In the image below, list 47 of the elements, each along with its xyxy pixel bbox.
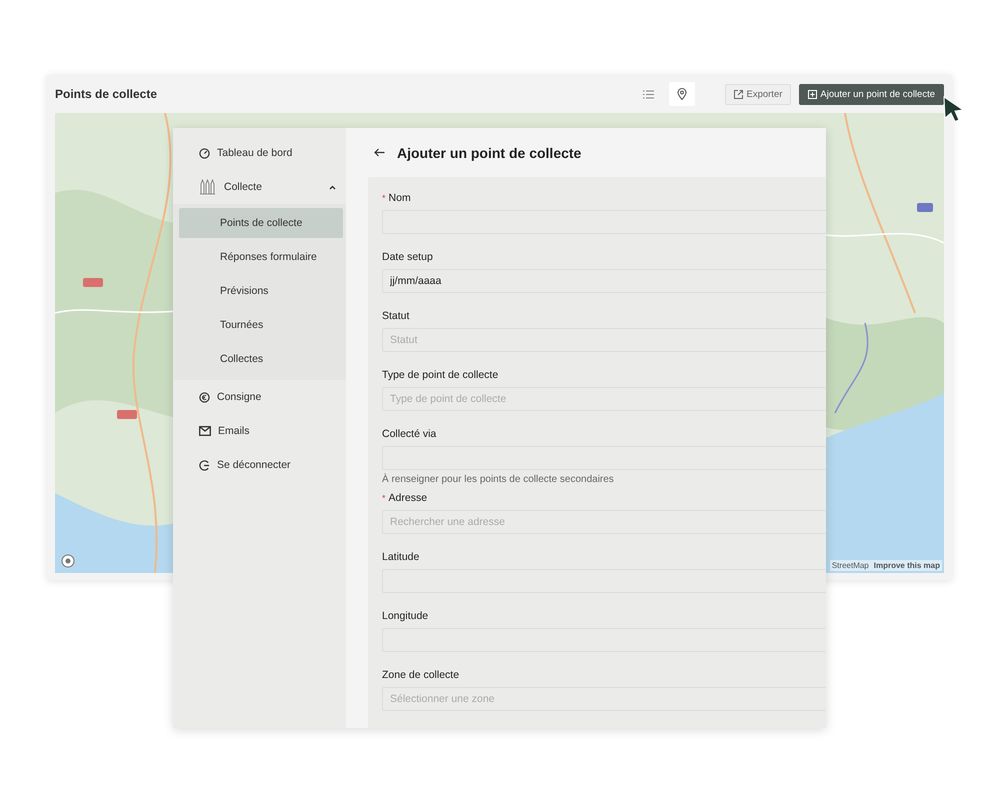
field-label: Type de point de collecte xyxy=(382,369,498,382)
field-label: Latitude xyxy=(382,551,420,564)
map-pin-icon xyxy=(677,88,688,100)
input-field[interactable] xyxy=(382,446,826,470)
external-link-icon xyxy=(734,90,744,98)
field-label: Zone de collecte xyxy=(382,669,460,682)
submenu-item[interactable]: Réponses formulaire xyxy=(179,242,343,272)
input-field[interactable] xyxy=(382,210,826,234)
field-label: Adresse xyxy=(388,492,428,505)
input-field[interactable]: Rechercher une adresse xyxy=(382,510,826,534)
mail-icon xyxy=(199,426,211,436)
gauge-icon xyxy=(199,148,210,158)
euro-icon xyxy=(199,392,210,402)
nav-item[interactable]: Consigne xyxy=(173,380,346,414)
input-field[interactable] xyxy=(382,569,826,593)
submenu-item[interactable]: Points de collecte xyxy=(179,208,343,238)
list-icon xyxy=(642,90,654,98)
window-title: Points de collecte xyxy=(55,87,158,101)
field-label: Date setup xyxy=(382,251,433,264)
form-title: Ajouter un point de collecte xyxy=(397,144,582,160)
improve-map-link[interactable]: Improve this map xyxy=(874,561,940,570)
attribution-text: StreetMap xyxy=(832,561,869,570)
field-label: Nom xyxy=(388,192,411,205)
nav-item[interactable]: Se déconnecter xyxy=(173,448,346,482)
nav-item[interactable]: Collecte xyxy=(173,170,346,204)
submenu-item[interactable]: Collectes xyxy=(179,344,343,374)
required-mark: * xyxy=(382,192,386,205)
input-field[interactable]: jj/mm/aaaa xyxy=(382,269,826,293)
field-label: Collecté via xyxy=(382,428,436,441)
nav-item[interactable]: Emails xyxy=(173,414,346,448)
add-button[interactable]: Ajouter un point de collecte xyxy=(799,84,944,104)
field-label: Statut xyxy=(382,310,410,323)
field-label: Longitude xyxy=(382,610,428,623)
input-field[interactable]: Type de point de collecte xyxy=(382,387,826,411)
map-view-button[interactable] xyxy=(669,82,696,106)
submenu-item[interactable]: Tournées xyxy=(179,310,343,340)
plus-square-icon xyxy=(808,90,818,98)
logout-icon xyxy=(199,460,210,470)
required-mark: * xyxy=(382,492,386,505)
bottles-icon xyxy=(199,179,217,195)
input-field[interactable]: Statut xyxy=(382,328,826,352)
export-button[interactable]: Exporter xyxy=(725,84,792,104)
input-field[interactable]: Sélectionner une zone xyxy=(382,687,826,711)
submenu-item[interactable]: Prévisions xyxy=(179,276,343,306)
back-arrow-icon[interactable] xyxy=(374,148,385,157)
nav-item[interactable]: Tableau de bord xyxy=(173,136,346,170)
field-hint: À renseigner pour les points de collecte secondaires xyxy=(382,474,615,486)
